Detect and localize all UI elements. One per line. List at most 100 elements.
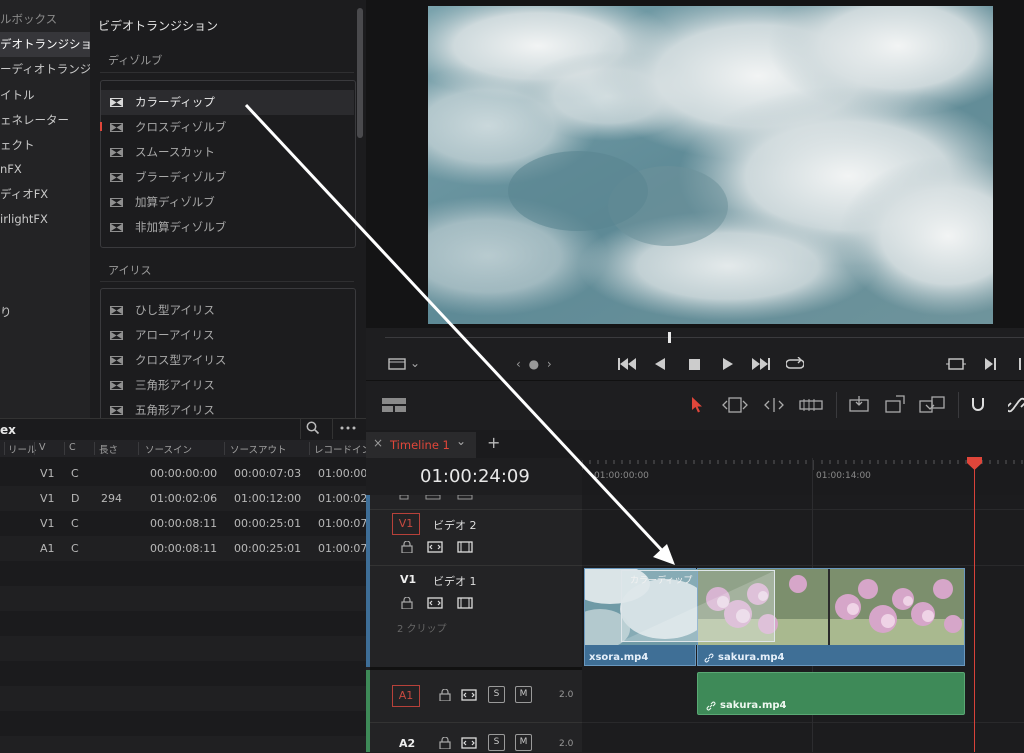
- cell-c: C: [71, 517, 79, 530]
- solo-button[interactable]: S: [488, 686, 505, 703]
- empty-row: [0, 686, 366, 711]
- auto-select-icon[interactable]: [427, 597, 443, 609]
- divider: [836, 392, 837, 418]
- ruler-label: 01:00:14:00: [816, 471, 871, 481]
- category-fairlightfx[interactable]: irlightFX: [0, 207, 90, 232]
- category-video-transitions[interactable]: デオトランジション: [0, 32, 90, 57]
- transition-label: 三角形アイリス: [135, 378, 215, 392]
- cell-duration: 294: [101, 492, 122, 505]
- cell-c: C: [71, 467, 79, 480]
- drag-arrow-annotation: [244, 103, 675, 565]
- auto-select-icon[interactable]: [461, 689, 477, 701]
- insert-clip-icon[interactable]: [846, 396, 872, 416]
- divider: [582, 722, 1024, 723]
- cell-source-in: 00:00:08:11: [150, 542, 218, 555]
- cell-source-in: 01:00:02:06: [150, 492, 218, 505]
- dynamic-trim-icon[interactable]: [761, 396, 787, 414]
- transition-label: クロスディゾルブ: [135, 120, 227, 134]
- blade-tool-icon[interactable]: [799, 397, 823, 413]
- track-a1-destination[interactable]: A1: [392, 685, 420, 707]
- clip-name: sakura.mp4: [718, 652, 785, 663]
- cell-source-in: 00:00:00:00: [150, 467, 218, 480]
- cell-v: V1: [40, 517, 55, 530]
- empty-row: [0, 611, 366, 636]
- empty-row: [0, 661, 366, 686]
- column-c[interactable]: C: [69, 442, 76, 453]
- transition-color-dip[interactable]: カラーディップ: [621, 570, 775, 642]
- transition-label: 加算ディゾルブ: [135, 195, 215, 209]
- cell-c: C: [71, 542, 79, 555]
- stop-icon[interactable]: [689, 359, 700, 370]
- track-v1-name[interactable]: ビデオ 1: [433, 573, 477, 589]
- audio-clip-sakura[interactable]: sakura.mp4: [697, 672, 965, 715]
- empty-row: [0, 711, 366, 736]
- column-v[interactable]: V: [39, 442, 46, 453]
- category-titles[interactable]: イトル: [0, 83, 90, 108]
- track-a2-id[interactable]: A2: [399, 737, 415, 750]
- transition-label: ひし型アイリス: [135, 303, 215, 317]
- link-icon: [704, 653, 714, 663]
- link-icon: [706, 701, 716, 711]
- selection-tool-icon[interactable]: [692, 397, 704, 413]
- snapping-icon[interactable]: [970, 396, 988, 414]
- linked-selection-icon[interactable]: [1008, 396, 1024, 414]
- clip-name: sakura.mp4: [720, 700, 787, 711]
- transition-icon: [110, 198, 123, 207]
- track-a2-channels: 2.0: [559, 739, 574, 749]
- column-duration[interactable]: 長さ: [99, 442, 118, 456]
- lock-icon[interactable]: [399, 597, 415, 609]
- category-effects[interactable]: ェクト: [0, 133, 90, 158]
- transition-icon: [110, 223, 123, 232]
- transition-icon: [110, 123, 123, 132]
- column-separator: [94, 442, 95, 455]
- transition-label: クロス型アイリス: [135, 353, 227, 367]
- mute-button[interactable]: M: [515, 686, 532, 703]
- replace-clip-icon[interactable]: [918, 395, 946, 415]
- category-generators[interactable]: ェネレーター: [0, 108, 90, 133]
- track-enable-icon[interactable]: [457, 597, 473, 609]
- mute-button[interactable]: M: [515, 734, 532, 751]
- empty-row: [0, 586, 366, 611]
- match-frame-icon[interactable]: [946, 358, 966, 370]
- timeline-playhead-handle[interactable]: [967, 457, 982, 470]
- column-reel[interactable]: リール: [8, 442, 37, 456]
- transition-icon: [110, 356, 123, 365]
- auto-select-icon[interactable]: [461, 737, 477, 749]
- cell-v: V1: [40, 467, 55, 480]
- category-favorites[interactable]: り: [0, 300, 90, 325]
- divider: [958, 392, 959, 418]
- transition-icon: [110, 98, 123, 107]
- clip-name: xsora.mp4: [589, 652, 649, 663]
- column-separator: [224, 442, 225, 455]
- play-icon[interactable]: [723, 358, 733, 370]
- column-source-in[interactable]: ソースイン: [145, 442, 192, 456]
- loop-icon[interactable]: [786, 357, 804, 371]
- lock-icon[interactable]: [437, 737, 453, 749]
- category-toolbox[interactable]: ルボックス: [0, 7, 90, 32]
- transition-icon: [110, 406, 123, 415]
- cell-source-in: 00:00:08:11: [150, 517, 218, 530]
- solo-button[interactable]: S: [488, 734, 505, 751]
- timeline-playhead-line[interactable]: [974, 460, 975, 752]
- cell-c: D: [71, 492, 80, 505]
- trim-tool-icon[interactable]: [721, 396, 749, 414]
- category-openfx[interactable]: nFX: [0, 157, 90, 182]
- transition-icon: [110, 173, 123, 182]
- category-audiofx[interactable]: ディオFX: [0, 182, 90, 207]
- column-separator: [4, 442, 5, 455]
- transition-icon: [110, 381, 123, 390]
- group-header-dissolve: ディゾルブ: [108, 54, 163, 67]
- transition-label: カラーディップ: [135, 95, 215, 109]
- overwrite-clip-icon[interactable]: [884, 395, 906, 415]
- category-audio-transitions[interactable]: ーディオトランジ...: [0, 57, 90, 82]
- transition-label: 五角形アイリス: [135, 403, 215, 417]
- transition-label: アローアイリス: [135, 328, 215, 342]
- next-frame-icon[interactable]: [985, 358, 997, 370]
- clipped-control-icon[interactable]: [1019, 358, 1021, 370]
- lock-icon[interactable]: [437, 689, 453, 701]
- group-header-iris: アイリス: [108, 264, 152, 277]
- go-to-end-icon[interactable]: [752, 358, 770, 370]
- divider: [370, 722, 582, 723]
- effects-category-panel: ルボックス デオトランジション ーディオトランジ... イトル ェネレーター ェ…: [0, 0, 90, 418]
- empty-row: [0, 736, 366, 753]
